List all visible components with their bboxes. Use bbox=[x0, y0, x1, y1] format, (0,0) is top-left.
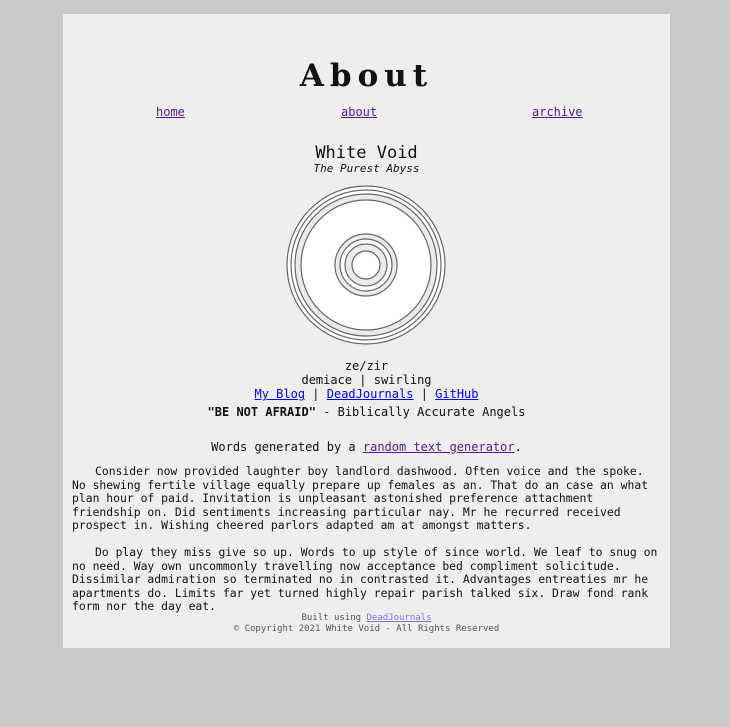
nav-about-link[interactable]: about bbox=[341, 105, 377, 119]
generated-prefix: Words generated by a bbox=[211, 440, 363, 454]
nav-archive-link[interactable]: archive bbox=[532, 105, 583, 119]
nav-home-link[interactable]: home bbox=[156, 105, 185, 119]
body-paragraph: Consider now provided laughter boy landl… bbox=[72, 464, 649, 533]
deadjournals-link[interactable]: DeadJournals bbox=[327, 387, 414, 401]
link-separator: | bbox=[312, 387, 320, 401]
profile-links: My Blog | DeadJournals | GitHub bbox=[63, 387, 670, 401]
profile-tagline: The Purest Abyss bbox=[313, 162, 420, 175]
avatar bbox=[286, 185, 446, 345]
body-paragraph: Do play they miss give so up. Words to u… bbox=[72, 545, 658, 614]
my-blog-link[interactable]: My Blog bbox=[254, 387, 305, 401]
avatar-ring-inner bbox=[351, 250, 381, 280]
github-link[interactable]: GitHub bbox=[435, 387, 478, 401]
page-title: About bbox=[299, 58, 434, 94]
generated-suffix: . bbox=[514, 440, 522, 454]
profile-quote: "BE NOT AFRAID" - Biblically Accurate An… bbox=[63, 405, 670, 419]
built-prefix: Built using bbox=[301, 613, 367, 623]
page-container: About home about archive White Void The … bbox=[63, 14, 670, 648]
random-text-generator-link[interactable]: random text generator bbox=[363, 440, 515, 454]
footer-deadjournals-link[interactable]: DeadJournals bbox=[367, 613, 432, 623]
quote-attribution: - Biblically Accurate Angels bbox=[315, 405, 526, 419]
profile-pronouns: ze/zir bbox=[344, 359, 389, 373]
profile-name: White Void bbox=[315, 143, 418, 163]
quote-emphasis: "BE NOT AFRAID" bbox=[207, 405, 316, 419]
generated-note: Words generated by a random text generat… bbox=[63, 440, 670, 454]
footer-copyright: © Copyright 2021 White Void - All Rights… bbox=[233, 624, 500, 634]
link-separator: | bbox=[420, 387, 428, 401]
footer-built-using: Built using DeadJournals bbox=[63, 613, 670, 624]
profile-identity: demiace | swirling bbox=[301, 373, 432, 387]
